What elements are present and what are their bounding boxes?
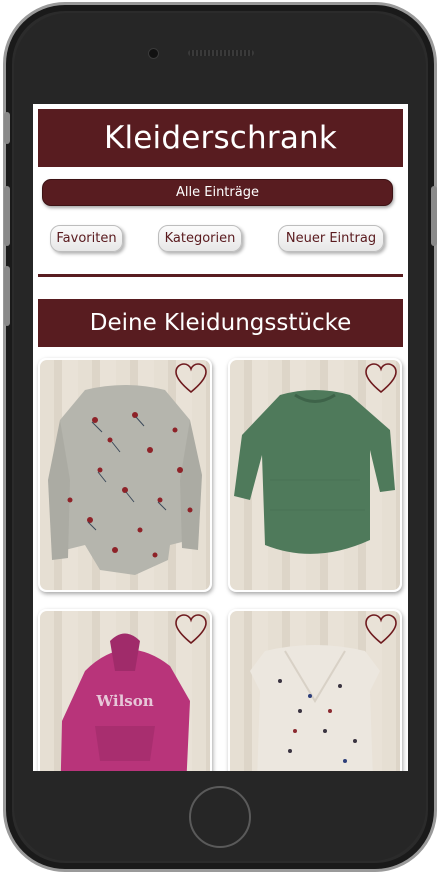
section-header: Deine Kleidungsstücke — [38, 299, 403, 347]
app-header: Kleiderschrank — [38, 109, 403, 167]
section-divider — [38, 274, 403, 277]
all-entries-button[interactable]: Alle Einträge — [42, 179, 393, 206]
clothing-card[interactable] — [38, 358, 212, 592]
volume-down-button — [4, 266, 10, 326]
earpiece-speaker — [188, 50, 254, 56]
heart-outline-icon[interactable] — [364, 362, 398, 396]
favorites-button[interactable]: Favoriten — [50, 225, 123, 252]
heart-outline-icon[interactable] — [364, 613, 398, 647]
clothing-card[interactable] — [228, 358, 402, 592]
clothing-card[interactable] — [228, 609, 402, 771]
heart-outline-icon[interactable] — [174, 613, 208, 647]
app-title: Kleiderschrank — [103, 120, 338, 156]
app-screen: Kleiderschrank Alle Einträge Favoriten K… — [33, 104, 408, 771]
home-button[interactable] — [189, 786, 251, 848]
mute-switch — [4, 112, 10, 144]
categories-button[interactable]: Kategorien — [158, 225, 242, 252]
section-title: Deine Kleidungsstücke — [89, 310, 352, 336]
hoodie-print-text: Wilson — [95, 692, 153, 710]
power-button — [431, 186, 437, 246]
clothing-card[interactable]: Wilson — [38, 609, 212, 771]
heart-outline-icon[interactable] — [174, 362, 208, 396]
new-entry-button[interactable]: Neuer Eintrag — [278, 225, 384, 252]
front-camera — [148, 48, 159, 59]
volume-up-button — [4, 186, 10, 246]
